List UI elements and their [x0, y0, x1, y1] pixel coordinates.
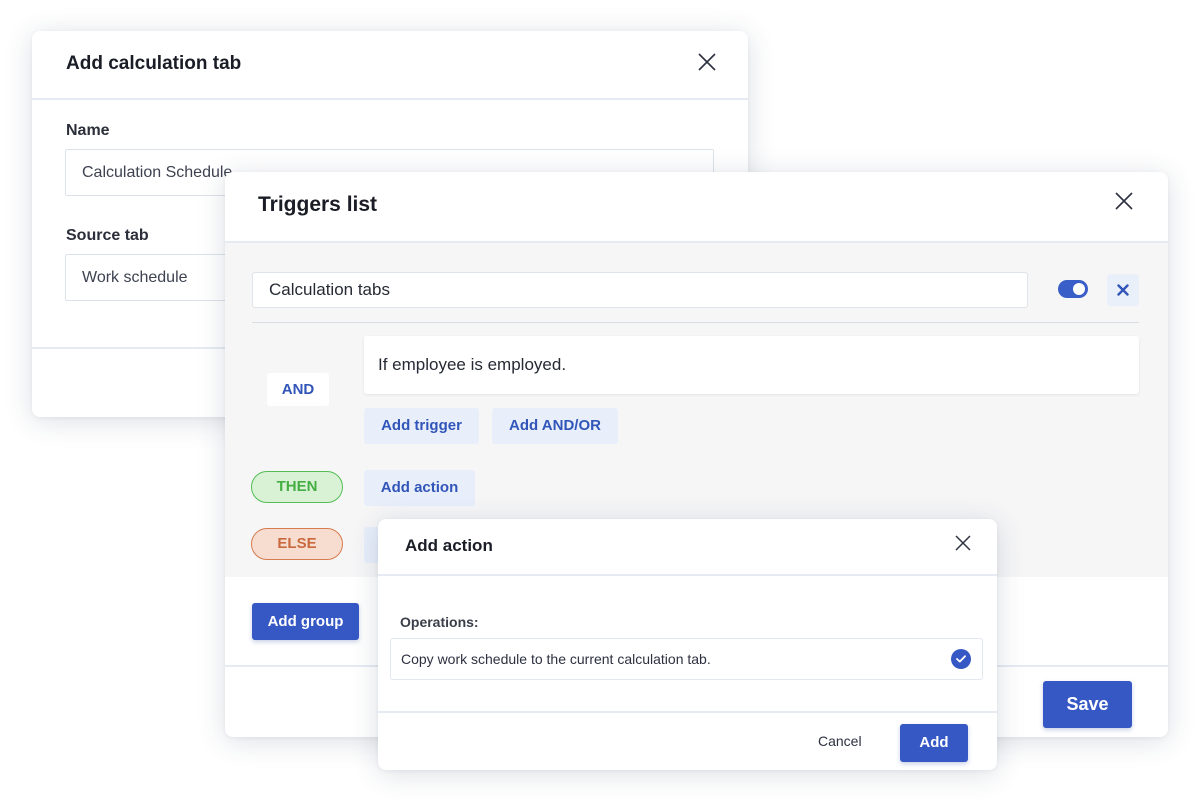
- dialog-title: Add action: [405, 536, 493, 555]
- group-enabled-toggle[interactable]: [1058, 280, 1088, 298]
- dialog-title: Triggers list: [258, 193, 378, 216]
- header-divider: [32, 98, 748, 100]
- group-name-input[interactable]: Calculation tabs: [252, 272, 1028, 308]
- close-icon[interactable]: [955, 535, 971, 551]
- close-icon[interactable]: [1115, 192, 1133, 210]
- then-badge: THEN: [251, 471, 343, 503]
- add-group-button[interactable]: Add group: [252, 603, 359, 640]
- name-label: Name: [66, 122, 110, 139]
- else-badge: ELSE: [251, 528, 343, 560]
- operations-label: Operations:: [400, 614, 479, 630]
- group-divider: [252, 322, 1139, 323]
- header-divider: [378, 574, 997, 576]
- dialog-title: Add calculation tab: [66, 53, 242, 74]
- add-action-dialog: Add action Operations: Copy work schedul…: [378, 519, 997, 770]
- add-and-or-button[interactable]: Add AND/OR: [492, 408, 618, 444]
- trigger-condition[interactable]: If employee is employed.: [364, 336, 1139, 394]
- footer-divider: [378, 711, 997, 713]
- check-icon: [951, 649, 971, 669]
- remove-group-button[interactable]: [1107, 274, 1139, 306]
- remove-icon: [1117, 284, 1129, 296]
- source-tab-label: Source tab: [66, 227, 149, 244]
- add-action-button[interactable]: Add action: [364, 470, 475, 506]
- operation-option[interactable]: Copy work schedule to the current calcul…: [390, 638, 983, 680]
- add-trigger-button[interactable]: Add trigger: [364, 408, 479, 444]
- and-operator-badge[interactable]: AND: [267, 373, 329, 406]
- save-button[interactable]: Save: [1043, 681, 1132, 728]
- cancel-button[interactable]: Cancel: [818, 733, 862, 749]
- operation-option-label: Copy work schedule to the current calcul…: [401, 651, 711, 667]
- close-icon[interactable]: [698, 53, 716, 71]
- add-button[interactable]: Add: [900, 724, 968, 762]
